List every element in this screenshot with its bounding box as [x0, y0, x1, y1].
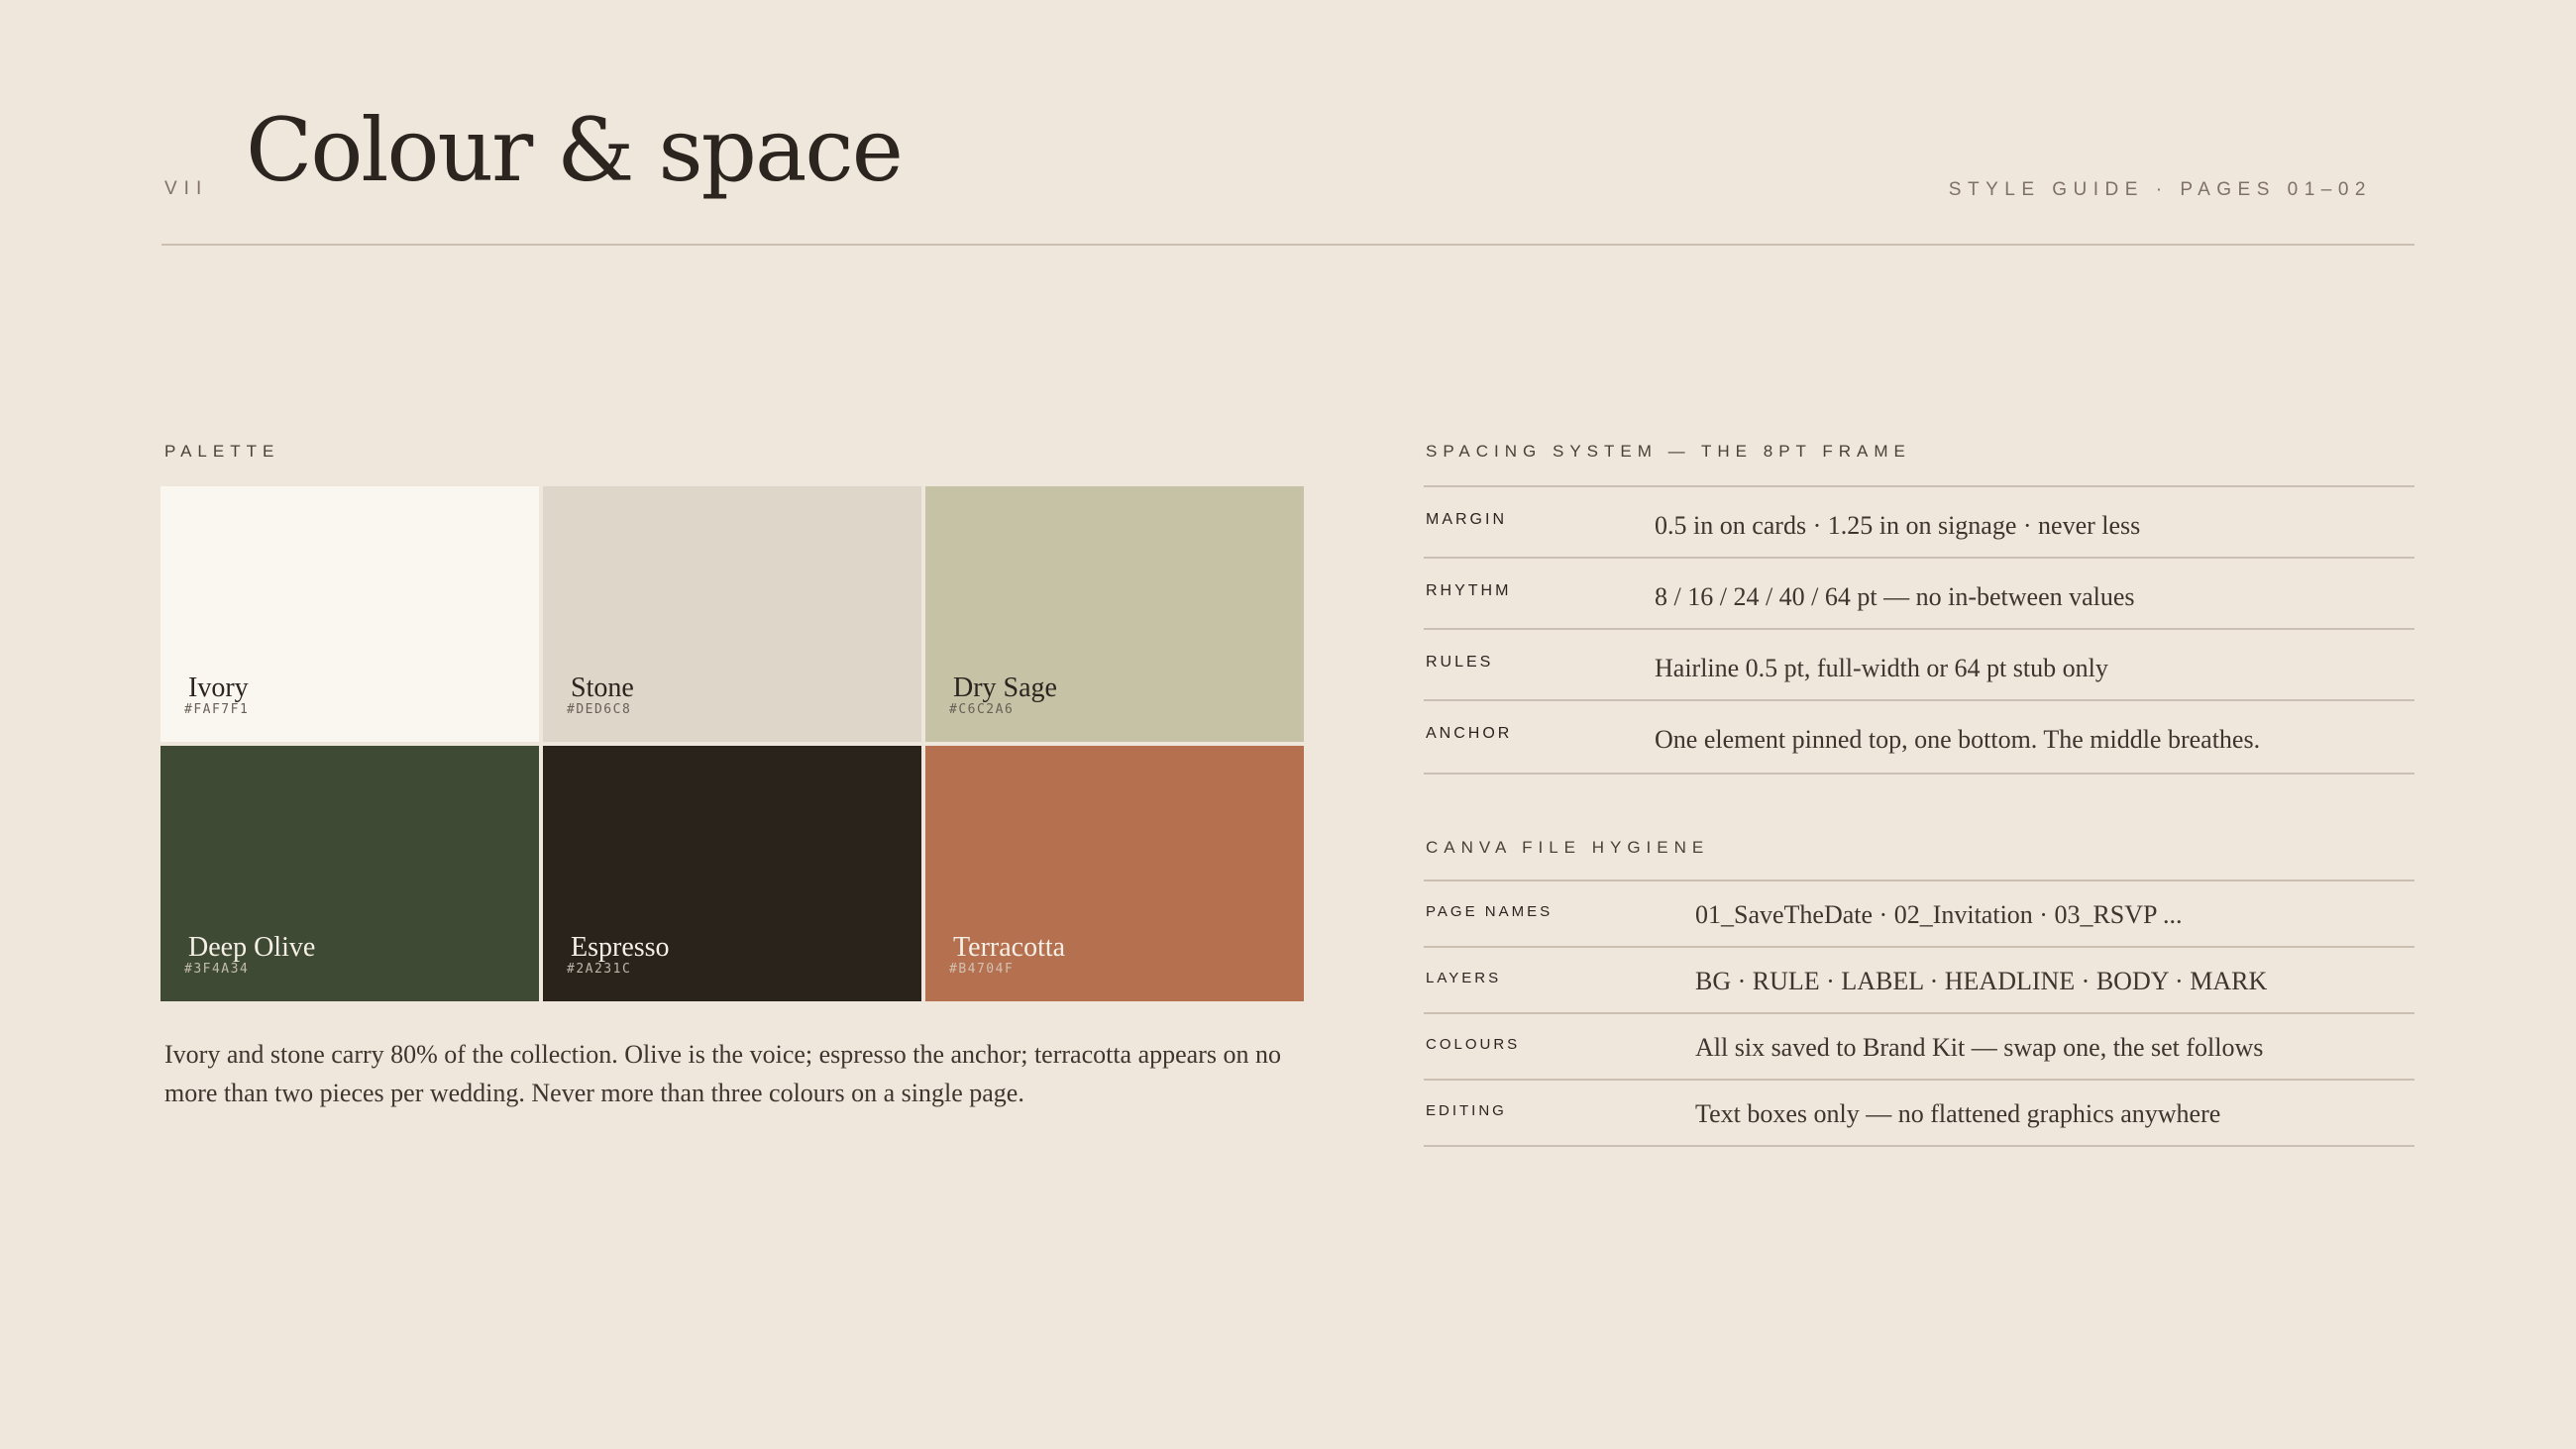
hygiene-label: CANVA FILE HYGIENE [1426, 838, 1710, 857]
swatch-name: Dry Sage [953, 673, 1057, 703]
spec-key: ANCHOR [1426, 725, 1513, 742]
spec-key: COLOURS [1426, 1036, 1521, 1053]
spec-key: PAGE NAMES [1426, 903, 1554, 920]
header-rule [161, 244, 2415, 246]
spec-value: 8 / 16 / 24 / 40 / 64 pt — no in-between… [1655, 582, 2135, 611]
swatch-name: Ivory [188, 673, 249, 703]
spec-row-colours: COLOURS All six saved to Brand Kit — swa… [1424, 1014, 2415, 1081]
spec-key: RHYTHM [1426, 582, 1512, 599]
spec-value: All six saved to Brand Kit — swap one, t… [1695, 1033, 2264, 1062]
section-number: VII [164, 178, 209, 199]
swatch-deep-olive: Deep Olive #3F4A34 [161, 746, 539, 1001]
spacing-table: MARGIN 0.5 in on cards · 1.25 in on sign… [1424, 485, 2415, 775]
spec-value: 0.5 in on cards · 1.25 in on signage · n… [1655, 511, 2141, 540]
spec-key: MARGIN [1426, 511, 1507, 528]
palette-grid: Ivory #FAF7F1 Stone #DED6C8 Dry Sage #C6… [161, 486, 1304, 1001]
swatch-hex: #3F4A34 [184, 962, 250, 977]
swatch-dry-sage: Dry Sage #C6C2A6 [925, 486, 1304, 742]
swatch-hex: #DED6C8 [567, 702, 632, 717]
spec-key: RULES [1426, 654, 1494, 671]
swatch-name: Stone [571, 673, 634, 703]
spec-row-rhythm: RHYTHM 8 / 16 / 24 / 40 / 64 pt — no in-… [1424, 559, 2415, 630]
spec-key: LAYERS [1426, 970, 1502, 986]
spec-value: One element pinned top, one bottom. The … [1655, 725, 2261, 754]
palette-label: PALETTE [164, 442, 280, 461]
spec-value: BG · RULE · LABEL · HEADLINE · BODY · MA… [1695, 967, 2268, 995]
hygiene-table: PAGE NAMES 01_SaveTheDate · 02_Invitatio… [1424, 880, 2415, 1147]
spec-row-layers: LAYERS BG · RULE · LABEL · HEADLINE · BO… [1424, 948, 2415, 1014]
spec-row-editing: EDITING Text boxes only — no flattened g… [1424, 1081, 2415, 1147]
palette-note: Ivory and stone carry 80% of the collect… [164, 1040, 1281, 1107]
swatch-hex: #C6C2A6 [949, 702, 1015, 717]
spec-key: EDITING [1426, 1102, 1507, 1119]
spacing-label: SPACING SYSTEM — THE 8PT FRAME [1426, 442, 1911, 461]
swatch-name: Espresso [571, 932, 670, 963]
spec-row-page-names: PAGE NAMES 01_SaveTheDate · 02_Invitatio… [1424, 881, 2415, 948]
swatch-name: Terracotta [953, 932, 1066, 963]
spec-value: Hairline 0.5 pt, full-width or 64 pt stu… [1655, 654, 2108, 682]
swatch-stone: Stone #DED6C8 [543, 486, 921, 742]
spec-value: Text boxes only — no flattened graphics … [1695, 1099, 2221, 1128]
spec-row-rules: RULES Hairline 0.5 pt, full-width or 64 … [1424, 630, 2415, 701]
swatch-name: Deep Olive [188, 932, 316, 963]
spec-row-margin: MARGIN 0.5 in on cards · 1.25 in on sign… [1424, 487, 2415, 559]
spec-row-anchor: ANCHOR One element pinned top, one botto… [1424, 701, 2415, 775]
page-meta: STYLE GUIDE · PAGES 01–02 [1948, 179, 2372, 200]
swatch-terracotta: Terracotta #B4704F [925, 746, 1304, 1001]
swatch-espresso: Espresso #2A231C [543, 746, 921, 1001]
page-title: Colour & space [246, 99, 904, 201]
swatch-ivory: Ivory #FAF7F1 [161, 486, 539, 742]
spec-value: 01_SaveTheDate · 02_Invitation · 03_RSVP… [1695, 900, 2183, 929]
swatch-hex: #FAF7F1 [184, 702, 250, 717]
swatch-hex: #2A231C [567, 962, 632, 977]
swatch-hex: #B4704F [949, 962, 1015, 977]
